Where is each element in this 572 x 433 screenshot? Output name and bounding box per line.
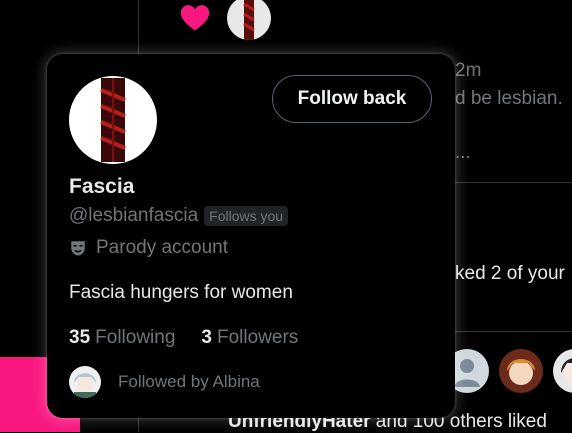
follows-you-badge: Follows you <box>204 206 289 226</box>
profile-stats: 35 Following 3 Followers <box>69 327 298 349</box>
heart-icon <box>180 5 210 31</box>
parody-account-label: Parody account <box>96 237 229 258</box>
following-link[interactable]: 35 Following <box>69 327 175 349</box>
followed-by-text: Followed by Albina <box>118 372 260 391</box>
followers-count: 3 <box>201 327 212 348</box>
following-count: 35 <box>69 327 91 348</box>
parody-label-row: Parody account <box>69 237 228 259</box>
username-handle[interactable]: @lesbianfascia <box>69 205 198 227</box>
post-time: 2m <box>455 60 482 81</box>
followed-by-row[interactable]: Followed by Albina <box>69 366 260 398</box>
anime-avatar[interactable] <box>499 349 543 393</box>
profile-avatar[interactable] <box>69 76 157 164</box>
anime-avatar-2[interactable] <box>553 349 572 393</box>
post-ellipsis: ... <box>455 142 471 163</box>
display-name[interactable]: Fascia <box>69 175 134 199</box>
row-divider <box>455 331 572 332</box>
following-label: Following <box>95 327 176 348</box>
profile-bio: Fascia hungers for women <box>69 282 293 303</box>
follow-back-button[interactable]: Follow back <box>272 75 432 123</box>
post-snippet[interactable]: d be lesbian. <box>455 88 563 110</box>
handle-row: @lesbianfascia Follows you <box>69 205 289 227</box>
row-divider <box>455 182 572 183</box>
followers-label: Followers <box>216 327 299 348</box>
followers-link[interactable]: 3 Followers <box>201 327 298 349</box>
notification-snippet[interactable]: ked 2 of your <box>455 263 565 285</box>
mutual-follower-avatar <box>69 366 101 398</box>
theater-mask-icon <box>71 241 85 256</box>
profile-hover-card: Follow back Fascia @lesbianfascia Follow… <box>47 54 455 418</box>
liker-avatar[interactable] <box>227 0 271 40</box>
